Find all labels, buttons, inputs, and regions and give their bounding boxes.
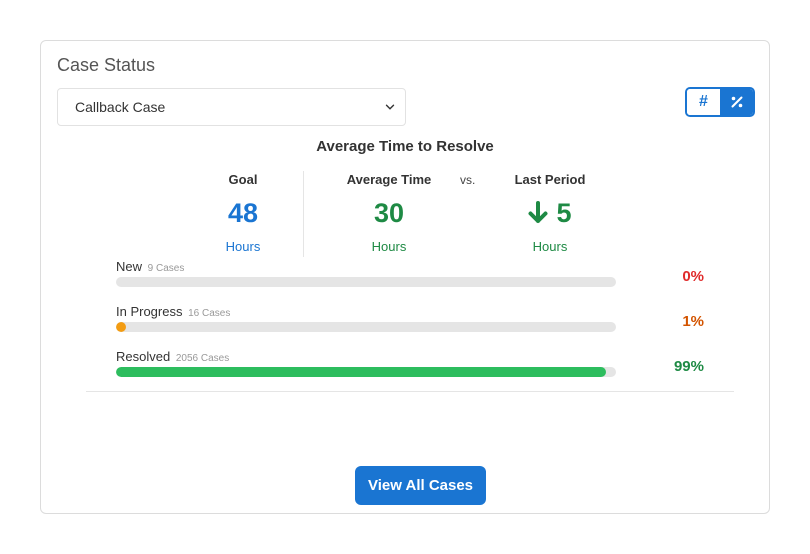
average-time-unit: Hours [371,239,407,254]
goal-unit: Hours [225,239,261,254]
count-percent-toggle[interactable]: # [685,87,755,117]
status-row-in-progress: In Progress 16 Cases 1% [116,304,704,332]
average-time-label: Average Time [346,172,432,187]
status-percent: 1% [682,313,704,330]
status-percent: 99% [673,358,704,375]
chevron-down-icon [385,104,395,110]
status-count: 2056 Cases [175,353,230,364]
last-period-unit: Hours [532,239,568,254]
status-label: Resolved [116,349,171,364]
section-title: Average Time to Resolve [316,138,494,155]
percent-toggle-button[interactable] [720,89,753,115]
status-label: New [116,259,143,274]
view-all-cases-button[interactable]: View All Cases [355,466,486,505]
progress-track [116,277,616,287]
card-title: Case Status [57,55,156,75]
last-period-value-wrap: 5 [510,197,590,229]
average-time-value: 30 [373,197,405,228]
status-row-header: In Progress 16 Cases [116,304,696,319]
progress-track [116,322,616,332]
goal-metric: Goal 48 Hours [203,172,283,254]
goal-label: Goal [228,172,258,187]
goal-value: 48 [227,197,259,228]
progress-track [116,367,616,377]
last-period-metric: Last Period 5 Hours [510,172,590,254]
section-divider [86,391,734,392]
status-label: In Progress [116,304,183,319]
status-percent: 0% [682,268,704,285]
progress-fill [116,322,126,332]
status-count: 9 Cases [147,263,185,274]
count-toggle-button[interactable]: # [687,89,720,115]
average-time-metric: Average Time 30 Hours [338,172,440,254]
last-period-value: 5 [556,197,572,228]
vs-label: vs. [460,173,476,187]
select-value: Callback Case [75,99,166,115]
status-row-header: New 9 Cases [116,259,696,274]
metric-divider [303,171,304,257]
case-type-select[interactable]: Callback Case [57,88,406,126]
progress-fill [116,367,606,377]
status-row-new: New 9 Cases 0% [116,259,704,287]
status-count: 16 Cases [188,308,231,319]
status-row-resolved: Resolved 2056 Cases 99% [116,349,704,377]
arrow-down-icon [528,201,548,223]
last-period-label: Last Period [514,172,586,187]
status-row-header: Resolved 2056 Cases [116,349,696,364]
case-status-card: Case Status Callback Case # Average Time… [40,40,770,514]
percent-icon [731,96,742,108]
